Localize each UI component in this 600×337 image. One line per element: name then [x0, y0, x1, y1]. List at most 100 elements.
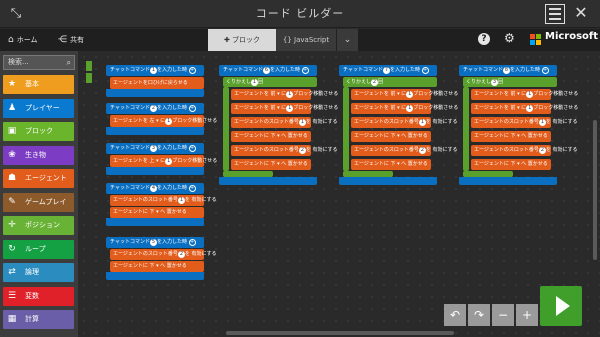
agent-block[interactable]: エージェントのスロット番号 1 を 有効にする — [110, 195, 217, 206]
category-3[interactable]: ❀ 生き物 — [3, 145, 74, 165]
target-icon: ✛ — [8, 220, 16, 230]
undo-button[interactable]: ↶ — [444, 304, 466, 326]
blocks-workspace[interactable]: チャットコマンド 1 を入力した時 + エージェントを口ひげに戻らせる チャットコマンド… — [78, 51, 600, 337]
list-icon: ☰ — [7, 290, 17, 301]
paw-icon: ❀ — [8, 149, 16, 160]
loop-icon: ↻ — [8, 243, 16, 254]
agent-block[interactable]: エージェントを 前 ▾ に 1 ブロック移動させる — [471, 103, 578, 114]
zoom-out-button[interactable]: − — [492, 304, 514, 326]
tab-javascript[interactable]: {} JavaScript — [276, 29, 336, 51]
category-9[interactable]: ☰ 変数 — [3, 286, 74, 306]
redo-button[interactable]: ↷ — [468, 304, 490, 326]
horizontal-scrollbar[interactable] — [226, 331, 454, 335]
agent-block[interactable]: エージェントを口ひげに戻らせる — [110, 77, 204, 89]
toolbox-sidebar: 検索... ⌕ ★ 基本 ♟ プレイヤー ▣ ブロック ❀ 生き物 ☗ エージェント ✎ ゲームプレイ… — [0, 51, 78, 337]
chat-command-hat[interactable]: チャットコマンド 3 を入力した時 + — [106, 143, 204, 154]
shuffle-icon: ⇄ — [8, 267, 16, 277]
title-bar: ⤡ コード ビルダー ✕ — [0, 0, 600, 28]
hat-foot[interactable] — [339, 177, 437, 185]
cube-icon: ▣ — [7, 126, 17, 136]
agent-block[interactable]: エージェントのスロット番号 2 を 有効にする — [471, 145, 578, 156]
repeat-block[interactable]: くりかえし 1 回 — [223, 77, 317, 87]
agent-block[interactable]: エージェントを 前 ▾ に 1 ブロック移動させる — [231, 103, 338, 114]
category-label: 基本 — [25, 80, 39, 88]
category-label: ループ — [25, 244, 46, 253]
agent-block[interactable]: エージェントを 前 ▾ に 1 ブロック移動させる — [231, 89, 338, 100]
search-icon: ⌕ — [66, 58, 71, 67]
repeat-block[interactable]: くりかえし 2 回 — [343, 77, 437, 87]
agent-block[interactable]: エージェントのスロット番号 1 を 有効にする — [471, 117, 578, 128]
chat-command-hat[interactable]: チャットコマンド 4 を入力した時 + — [106, 183, 204, 194]
category-8[interactable]: ⇄ 論理 — [3, 263, 74, 282]
help-icon[interactable]: ? — [478, 33, 490, 45]
category-6[interactable]: ✛ ポジション — [3, 216, 74, 235]
close-icon[interactable]: ✕ — [571, 3, 591, 23]
menu-icon[interactable] — [545, 4, 565, 24]
agent-block[interactable]: エージェントに 下 ▾ へ 置かせる — [231, 159, 311, 170]
category-label: プレイヤー — [25, 103, 60, 112]
category-5[interactable]: ✎ ゲームプレイ — [3, 192, 74, 212]
category-1[interactable]: ♟ プレイヤー — [3, 98, 74, 118]
category-2[interactable]: ▣ ブロック — [3, 122, 74, 141]
share-button[interactable]: ⋲ 共有 — [58, 29, 84, 51]
hat-foot[interactable] — [106, 167, 204, 175]
vertical-scrollbar[interactable] — [593, 120, 597, 260]
repeat-body[interactable] — [223, 87, 229, 171]
calculator-icon: ▦ — [7, 314, 17, 324]
chat-command-hat[interactable]: チャットコマンド 7 を入力した時 + — [339, 65, 437, 76]
agent-block[interactable]: エージェントに 下 ▾ へ 置かせる — [110, 207, 204, 218]
category-label: ポジション — [25, 221, 60, 229]
agent-block[interactable]: エージェントを 左 ▾ に 1 ブロック移動させる — [110, 115, 217, 127]
agent-block[interactable]: エージェントに 下 ▾ へ 置かせる — [471, 131, 551, 142]
chat-command-hat[interactable]: チャットコマンド 1 を入力した時 + — [106, 65, 204, 76]
gear-icon[interactable]: ⚙ — [504, 31, 515, 45]
collapsed-block[interactable] — [86, 61, 92, 71]
category-7[interactable]: ↻ ループ — [3, 239, 74, 259]
agent-block[interactable]: エージェントに 下 ▾ へ 置かせる — [110, 261, 204, 272]
repeat-body[interactable] — [463, 87, 469, 171]
tab-blocks[interactable]: ✚ ブロック — [208, 29, 276, 51]
agent-block[interactable]: エージェントのスロット番号 2 を 有効にする — [351, 145, 458, 156]
chat-command-hat[interactable]: チャットコマンド 2 を入力した時 + — [106, 103, 204, 114]
home-button[interactable]: ⌂ ホーム — [8, 29, 38, 51]
agent-block[interactable]: エージェントに 下 ▾ へ 置かせる — [351, 159, 431, 170]
chat-command-hat[interactable]: チャットコマンド 8 を入力した時 + — [459, 65, 557, 76]
agent-block[interactable]: エージェントのスロット番号 2 を 有効にする — [231, 145, 338, 156]
category-0[interactable]: ★ 基本 — [3, 75, 74, 94]
chat-command-hat[interactable]: チャットコマンド 5 を入力した時 + — [106, 237, 204, 248]
category-4[interactable]: ☗ エージェント — [3, 169, 74, 188]
home-icon: ⌂ — [8, 35, 14, 45]
agent-block[interactable]: エージェントに 下 ▾ へ 置かせる — [351, 131, 431, 142]
hat-foot[interactable] — [106, 127, 204, 135]
share-icon: ⋲ — [58, 35, 67, 45]
agent-block[interactable]: エージェントを 前 ▾ に 1 ブロック移動させる — [471, 89, 578, 100]
agent-block[interactable]: エージェントのスロット番号 1 を 有効にする — [351, 117, 458, 128]
repeat-body[interactable] — [343, 87, 349, 171]
hat-foot[interactable] — [219, 177, 317, 185]
category-label: 生き物 — [25, 150, 46, 159]
category-label: 変数 — [25, 291, 39, 300]
agent-block[interactable]: エージェントに 下 ▾ へ 置かせる — [231, 131, 311, 142]
agent-block[interactable]: エージェントのスロット番号 2 を 有効にする — [110, 249, 217, 260]
category-10[interactable]: ▦ 計算 — [3, 310, 74, 329]
repeat-block[interactable]: くりかえし 3 回 — [463, 77, 557, 87]
chevron-down-icon[interactable]: ⌄ — [336, 29, 358, 51]
hat-foot[interactable] — [106, 272, 204, 280]
agent-block[interactable]: エージェントを 前 ▾ に 1 ブロック移動させる — [351, 103, 458, 114]
category-label: ゲームプレイ — [25, 197, 67, 206]
agent-block[interactable]: エージェントのスロット番号 1 を 有効にする — [231, 117, 338, 128]
collapsed-block[interactable] — [86, 73, 92, 83]
zoom-in-button[interactable]: + — [516, 304, 538, 326]
run-button[interactable] — [540, 286, 582, 326]
agent-icon: ☗ — [7, 173, 17, 183]
hat-foot[interactable] — [459, 177, 557, 185]
search-input[interactable]: 検索... ⌕ — [3, 55, 75, 70]
agent-block[interactable]: エージェントを 上 ▾ に 1 ブロック移動させる — [110, 155, 217, 167]
agent-block[interactable]: エージェントに 下 ▾ へ 置かせる — [471, 159, 551, 170]
hat-foot[interactable] — [106, 89, 204, 97]
chat-command-hat[interactable]: チャットコマンド 6 を入力した時 + — [219, 65, 317, 76]
puzzle-icon: ✚ — [223, 36, 230, 44]
wrench-icon: ✎ — [8, 196, 16, 207]
agent-block[interactable]: エージェントを 前 ▾ に 1 ブロック移動させる — [351, 89, 458, 100]
hat-foot[interactable] — [106, 218, 204, 226]
